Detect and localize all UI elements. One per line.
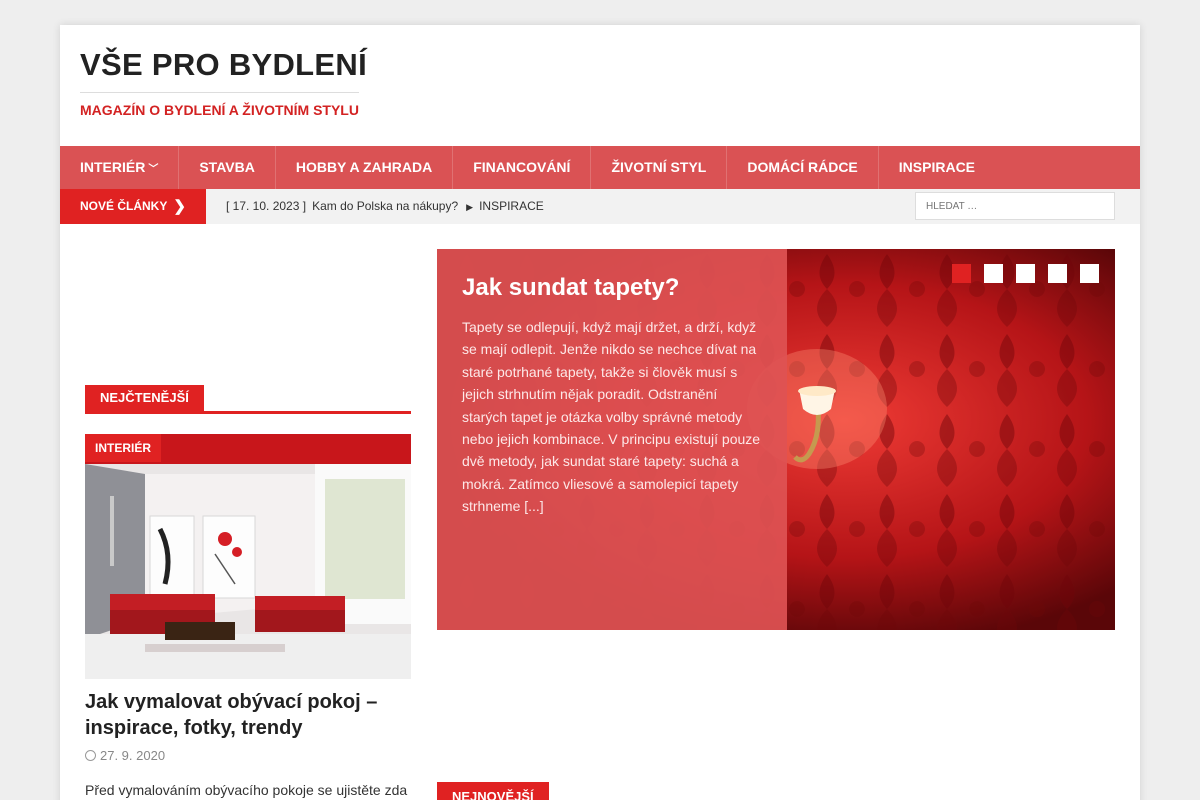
- post-date: 27. 9. 2020: [85, 748, 165, 763]
- most-read-header: NEJČTENĚJŠÍ: [85, 385, 411, 414]
- nav-item-label: STAVBA: [199, 159, 255, 175]
- featured-slider[interactable]: Jak sundat tapety? Tapety se odlepují, k…: [437, 249, 1115, 630]
- title-divider: [80, 92, 359, 93]
- clock-icon: [85, 750, 96, 761]
- nav-item-hobby-a-zahrada[interactable]: HOBBY A ZAHRADA: [276, 146, 454, 189]
- slide-title[interactable]: Jak sundat tapety?: [462, 274, 762, 302]
- news-ticker: NOVÉ ČLÁNKY ❯ [ 17. 10. 2023 ] Kam do Pol…: [60, 189, 1140, 224]
- living-room-image: [85, 434, 411, 679]
- slider-dot-3[interactable]: [1016, 264, 1035, 283]
- slide-text: Tapety se odlepují, když mají držet, a d…: [462, 319, 761, 515]
- site-tagline: MAGAZÍN O BYDLENÍ A ŽIVOTNÍM STYLU: [80, 102, 359, 118]
- site-title[interactable]: VŠE PRO BYDLENÍ: [80, 47, 367, 83]
- nav-item-label: FINANCOVÁNÍ: [473, 159, 571, 175]
- caret-right-icon: ▶: [466, 202, 474, 212]
- nav-item-stavba[interactable]: STAVBA: [179, 146, 276, 189]
- search-input[interactable]: [915, 192, 1115, 220]
- post-date-text: 27. 9. 2020: [100, 748, 166, 763]
- ticker-label: NOVÉ ČLÁNKY ❯: [60, 189, 206, 224]
- nav-item-label: INSPIRACE: [898, 159, 976, 175]
- nav-item-label: DOMÁCÍ RÁDCE: [747, 159, 858, 175]
- post-excerpt: Před vymalováním obývacího pokoje se uji…: [85, 782, 408, 798]
- chevron-down-icon: ﹀: [148, 164, 159, 175]
- category-badge[interactable]: INTERIÉR: [85, 434, 162, 462]
- ticker-label-text: NOVÉ ČLÁNKY: [80, 199, 168, 213]
- nav-item-inspirace[interactable]: INSPIRACE: [879, 146, 995, 189]
- nav-item-label: INTERIÉR: [80, 159, 146, 175]
- post-title-link[interactable]: Jak vymalovat obývací pokoj – inspirace,…: [85, 689, 405, 741]
- ticker-item[interactable]: [ 17. 10. 2023 ] Kam do Polska na nákupy?…: [226, 189, 550, 225]
- nav-item-interier[interactable]: INTERIÉR ﹀: [60, 146, 180, 189]
- slide-caption: Jak sundat tapety? Tapety se odlepují, k…: [437, 249, 787, 630]
- slider-dot-1[interactable]: [952, 264, 971, 283]
- main-navigation: INTERIÉR ﹀ STAVBA HOBBY A ZAHRADA FINANCO…: [60, 146, 1140, 189]
- slider-dot-4[interactable]: [1048, 264, 1067, 283]
- slider-pagination: [952, 264, 1099, 283]
- latest-section-label: NEJNOVĚJŠÍ: [437, 782, 549, 800]
- nav-item-financovani[interactable]: FINANCOVÁNÍ: [453, 146, 592, 189]
- ticker-category[interactable]: INSPIRACE: [479, 199, 544, 213]
- nav-item-domaci-radce[interactable]: DOMÁCÍ RÁDCE: [727, 146, 879, 189]
- ticker-date: [ 17. 10. 2023 ]: [226, 199, 307, 213]
- slider-dot-5[interactable]: [1080, 264, 1099, 283]
- featured-post-image[interactable]: [85, 434, 411, 679]
- page-container: VŠE PRO BYDLENÍ MAGAZÍN O BYDLENÍ A ŽIVO…: [60, 25, 1140, 800]
- nav-item-label: HOBBY A ZAHRADA: [295, 159, 433, 175]
- nav-item-label: ŽIVOTNÍ STYL: [611, 159, 707, 175]
- section-label: NEJČTENĚJŠÍ: [85, 385, 204, 411]
- nav-item-zivotni-styl[interactable]: ŽIVOTNÍ STYL: [591, 146, 728, 189]
- ticker-headline[interactable]: Kam do Polska na nákupy?: [312, 199, 458, 213]
- slider-dot-2[interactable]: [984, 264, 1003, 283]
- chevron-right-icon: ❯: [173, 198, 186, 215]
